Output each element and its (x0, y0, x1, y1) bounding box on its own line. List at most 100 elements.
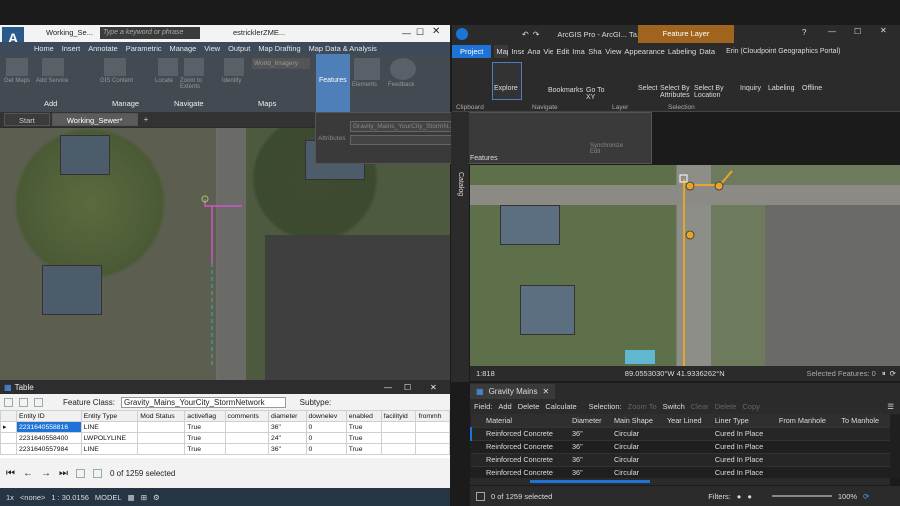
maximize-icon[interactable]: ☐ (416, 27, 424, 38)
cell[interactable]: True (345, 421, 382, 433)
bookmarks-label[interactable]: Bookmarks (548, 87, 583, 94)
menu-annotate[interactable]: Annotate (88, 44, 118, 53)
delete-selection-button[interactable]: Delete (715, 402, 737, 411)
cell[interactable] (380, 421, 417, 433)
minimize-icon[interactable]: — (828, 27, 836, 36)
row-indicator[interactable] (0, 432, 17, 444)
select-by-location-label[interactable]: Select By Location (694, 85, 728, 99)
table-options-icon[interactable] (4, 397, 13, 407)
col-liner-type[interactable]: Liner Type (711, 414, 776, 428)
cell[interactable]: LINE (80, 443, 139, 455)
cell[interactable] (224, 432, 269, 444)
cell[interactable]: 36" (568, 440, 611, 454)
add-service-icon[interactable] (42, 58, 64, 76)
menu-home[interactable]: Home (34, 44, 54, 53)
col-entity-id[interactable]: Entity ID (16, 410, 82, 422)
row-indicator[interactable]: ▸ (0, 421, 17, 433)
cell[interactable]: LINE (80, 421, 139, 433)
tab-insert[interactable]: Insert (511, 47, 524, 56)
last-record-icon[interactable]: ⏭ (59, 468, 68, 479)
col-mod-status[interactable]: Mod Status (137, 410, 186, 422)
cell[interactable] (224, 443, 269, 455)
goto-xy-label[interactable]: Go To XY (586, 87, 610, 101)
zoom-percent[interactable]: 100% (838, 492, 857, 501)
cell[interactable]: 36" (568, 453, 611, 467)
cell[interactable] (380, 432, 417, 444)
col-comments[interactable]: comments (224, 410, 269, 422)
zoom-slider[interactable] (771, 495, 832, 497)
redo-icon[interactable]: ↷ (533, 30, 540, 39)
tab-map[interactable]: Map (494, 44, 509, 58)
tab-view[interactable]: View (543, 47, 553, 56)
model-toggle[interactable]: MODEL (95, 493, 122, 502)
col-from-manhole[interactable]: From Manhole (775, 414, 839, 428)
zoom-extents-icon[interactable] (184, 58, 204, 76)
cell[interactable]: LWPOLYLINE (80, 432, 139, 444)
select-by-attributes-label[interactable]: Select By Attributes (660, 85, 694, 99)
minimize-icon[interactable]: — (384, 383, 392, 392)
cell[interactable]: True (345, 443, 382, 455)
synchronize-edit-label[interactable]: Synchronize Edit (590, 143, 630, 155)
cell[interactable] (380, 443, 417, 455)
scale-readout[interactable]: 1 : 30.0156 (51, 493, 89, 502)
cell[interactable] (415, 432, 450, 444)
table-refresh-icon[interactable] (19, 397, 28, 407)
prev-record-icon[interactable]: ← (23, 468, 33, 479)
tab-imagery[interactable]: Imagery (572, 47, 585, 56)
first-record-icon[interactable]: ⏮ (6, 468, 15, 479)
snap-icon[interactable]: ⊞ (141, 493, 147, 502)
close-icon[interactable]: ✕ (880, 26, 887, 35)
refresh-icon[interactable]: ⟳ (890, 369, 896, 378)
user-name[interactable]: estricklerZME... (233, 28, 285, 37)
horizontal-scrollbar[interactable] (470, 478, 890, 485)
table-row[interactable]: ▸ 2231640558816 LINE True 36" 0 True (0, 421, 450, 433)
sewer-lines[interactable] (0, 128, 450, 380)
cell[interactable]: 0 (305, 421, 347, 433)
col-year-lined[interactable]: Year Lined (663, 414, 712, 428)
close-icon[interactable]: ✕ (430, 383, 437, 392)
cell[interactable] (137, 432, 186, 444)
search-input[interactable]: Type a keyword or phrase (100, 27, 200, 39)
cell[interactable]: 2231640558816 (16, 421, 82, 433)
cell[interactable] (775, 427, 839, 441)
cell[interactable]: Circular (610, 427, 664, 441)
scroll-thumb[interactable] (530, 480, 650, 483)
col-material[interactable]: Material (483, 414, 569, 428)
offline-label[interactable]: Offline (802, 85, 822, 92)
table-row[interactable]: Reinforced Concrete 36" Circular Cured I… (470, 427, 890, 441)
cell[interactable]: Reinforced Concrete (483, 453, 569, 467)
show-selected-icon[interactable] (93, 468, 102, 478)
elements-icon[interactable] (354, 58, 380, 80)
cell[interactable] (415, 421, 450, 433)
cell[interactable] (663, 427, 712, 441)
tab-data[interactable]: Data (699, 47, 715, 56)
feature-class-select[interactable]: Gravity_Mains_YourCity_StormNetwork (121, 396, 286, 408)
arcgis-app-icon[interactable] (456, 28, 468, 40)
cell[interactable]: Reinforced Concrete (483, 440, 569, 454)
menu-manage[interactable]: Manage (170, 44, 197, 53)
cell[interactable]: Cured In Place (711, 427, 776, 441)
tab-labeling[interactable]: Labeling (668, 47, 696, 56)
delete-field-button[interactable]: Delete (518, 402, 540, 411)
menu-output[interactable]: Output (228, 44, 250, 53)
attributes-label[interactable]: Attributes (318, 135, 345, 142)
menu-map-data-analysis[interactable]: Map Data & Analysis (309, 44, 377, 53)
gravity-mains-tab[interactable]: Gravity Mains (489, 387, 538, 396)
col-main-shape[interactable]: Main Shape (610, 414, 664, 428)
cell[interactable] (838, 453, 890, 467)
gis-content-icon[interactable] (104, 58, 126, 76)
close-icon[interactable]: ✕ (542, 387, 549, 396)
zoom-level[interactable]: 1x (6, 493, 14, 502)
gravity-mains-lines[interactable] (470, 165, 900, 366)
tab-start[interactable]: Start (4, 113, 50, 126)
cell[interactable]: 36" (568, 427, 611, 441)
cell[interactable] (224, 421, 269, 433)
select-label[interactable]: Select (638, 85, 657, 92)
close-icon[interactable]: ✕ (432, 26, 440, 37)
explore-button[interactable] (492, 62, 522, 100)
col-activeflag[interactable]: activeflag (184, 410, 226, 422)
tab-working-sewer[interactable]: Working_Sewer* (51, 113, 138, 126)
cell[interactable]: 0 (305, 443, 347, 455)
tab-appearance[interactable]: Appearance (624, 47, 664, 56)
cell[interactable] (775, 453, 839, 467)
